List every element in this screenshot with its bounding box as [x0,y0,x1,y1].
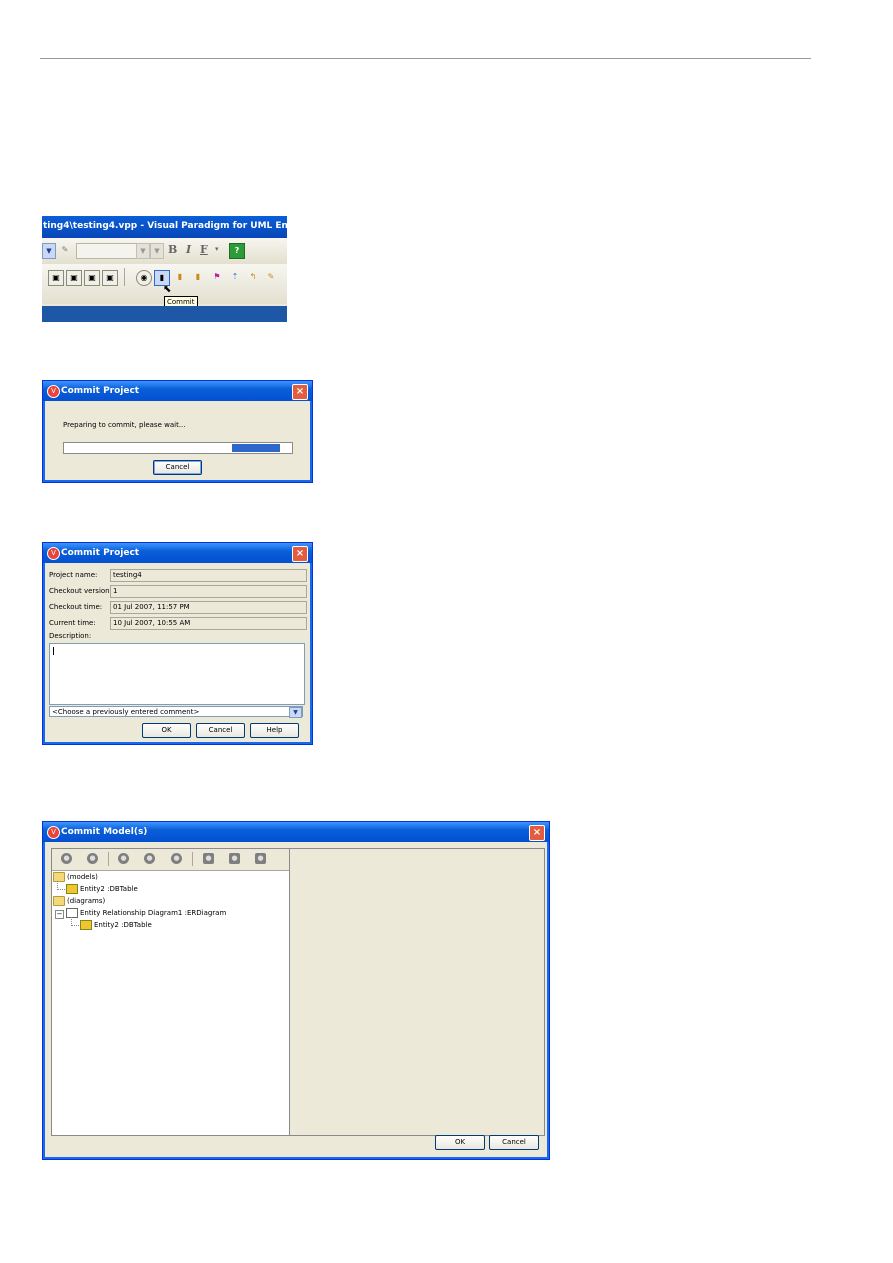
import-icon[interactable]: ▣ [102,270,118,286]
merge-icon[interactable]: ↰ [246,270,260,284]
collapse-all-icon[interactable]: ● [87,853,98,864]
toolbar-separator [108,852,109,866]
collapse-toggle-icon[interactable]: − [55,910,64,919]
invert-selection-icon[interactable]: ● [255,853,266,864]
commit-project-icon[interactable]: ▮ [173,270,187,284]
project-name-label: Project name: [49,571,98,579]
paint-brush-icon[interactable]: ✎ [58,243,72,257]
filter-deleted-icon[interactable]: ● [171,853,182,864]
tree-item-entity2-diagram[interactable]: Entity2 :DBTable [80,920,152,930]
filter-modified-icon[interactable]: ● [144,853,155,864]
checkout-time-field: 01 Jul 2007, 11:57 PM [110,601,307,614]
help-button[interactable]: Help [250,723,299,738]
app-logo-icon: V [47,826,60,839]
font-color-icon[interactable]: F [200,243,208,256]
cancel-button[interactable]: Cancel [196,723,245,738]
ok-button[interactable]: OK [435,1135,485,1150]
description-label: Description: [49,632,92,640]
project-name-field: testing4 [110,569,307,582]
checkout-version-field: 1 [110,585,307,598]
current-time-field: 10 Jul 2007, 10:55 AM [110,617,307,630]
db-table-icon [66,884,78,894]
revert-icon[interactable]: ▮ [191,270,205,284]
folder-open-icon [53,896,65,906]
toolbar-separator [192,852,193,866]
ok-button[interactable]: OK [142,723,191,738]
commit-project-dialog: Commit Project V × Project name: testing… [42,542,313,745]
branch-icon[interactable]: ⇡ [228,270,242,284]
app-logo-icon: V [47,385,60,398]
window-bottom-bar [42,306,287,322]
cancel-button[interactable]: Cancel [153,460,202,475]
bold-icon[interactable]: B [168,243,177,256]
tree-node-label: Entity2 :DBTable [94,921,152,929]
tree-node-label: Entity Relationship Diagram1 :ERDiagram [80,909,227,917]
tree-node-label: Entity2 :DBTable [80,885,138,893]
close-icon[interactable]: × [292,546,308,562]
mouse-cursor-icon: ⬉ [163,284,172,295]
italic-icon[interactable]: I [186,243,191,256]
font-color-dropdown-icon[interactable]: ▾ [215,244,219,253]
commit-models-dialog: Commit Model(s) V × ● ● ● ● ● ● ● ● (mod… [42,821,550,1160]
tree-line [71,925,79,926]
filter-added-icon[interactable]: ● [118,853,129,864]
checkout-version-label: Checkout version: [49,587,112,595]
model-tree: (models) Entity2 :DBTable (diagrams) − E… [52,871,290,1135]
tree-line [57,889,65,890]
folder-open-icon [53,872,65,882]
chevron-down-icon[interactable]: ▼ [289,707,302,718]
update-icon[interactable]: ◉ [136,270,152,286]
dialog-title-text: Commit Model(s) [61,827,148,837]
model-tree-pane: ● ● ● ● ● ● ● ● (models) Entity2 :DBTabl… [51,848,291,1136]
tree-folder-models[interactable]: (models) [53,872,98,882]
close-icon[interactable]: × [529,825,545,841]
close-icon[interactable]: × [292,384,308,400]
dialog-title: Commit Model(s) [43,822,549,842]
dialog-title: Commit Project [43,381,312,401]
tree-node-label: (models) [67,873,98,881]
current-time-label: Current time: [49,619,96,627]
font-combo-arrow-icon[interactable]: ▼ [136,243,150,259]
checkout-time-label: Checkout time: [49,603,103,611]
export-icon[interactable]: ▣ [84,270,100,286]
tree-item-entity2-model[interactable]: Entity2 :DBTable [66,884,138,894]
tree-folder-diagrams[interactable]: (diagrams) [53,896,105,906]
dropdown-arrow-icon[interactable]: ▼ [42,243,56,259]
save-icon[interactable]: ▣ [48,270,64,286]
progress-message: Preparing to commit, please wait... [63,421,186,429]
text-caret [53,647,54,655]
format-toolbar: ▼ ✎ ▼ ▼ B I F ▾ ? [42,238,287,264]
tree-toolbar: ● ● ● ● ● ● ● ● [52,849,290,871]
tree-item-er-diagram[interactable]: Entity Relationship Diagram1 :ERDiagram [66,908,226,918]
select-all-icon[interactable]: ● [203,853,214,864]
progress-bar-fill [232,444,280,452]
open-project-icon[interactable]: ▣ [66,270,82,286]
dialog-title: Commit Project [43,543,312,563]
er-diagram-icon [66,908,78,918]
deselect-all-icon[interactable]: ● [229,853,240,864]
toolbar-screenshot: ting4\testing4.vpp - Visual Paradigm for… [42,216,287,322]
cancel-button[interactable]: Cancel [489,1135,539,1150]
toolbar-separator [124,268,125,286]
description-textarea[interactable] [49,643,305,705]
dialog-title-text: Commit Project [61,386,140,396]
flag-icon[interactable]: ⚑ [210,270,224,284]
page-rule [40,58,811,59]
app-logo-icon: V [47,547,60,560]
team-edit-icon[interactable]: ✎ [264,270,278,284]
commit-progress-dialog: Commit Project V × Preparing to commit, … [42,380,313,483]
db-table-icon [80,920,92,930]
progress-bar [63,442,293,454]
dialog-title-text: Commit Project [61,548,140,558]
window-title: ting4\testing4.vpp - Visual Paradigm for… [42,216,287,238]
size-combo-arrow-icon[interactable]: ▼ [150,243,164,259]
expand-all-icon[interactable]: ● [61,853,72,864]
font-combo[interactable] [76,243,138,259]
help-icon[interactable]: ? [229,243,245,259]
previous-comment-select[interactable]: <Choose a previously entered comment> ▼ [49,706,303,718]
details-pane [289,848,545,1136]
previous-comment-value: <Choose a previously entered comment> [52,708,200,716]
tree-node-label: (diagrams) [67,897,106,905]
